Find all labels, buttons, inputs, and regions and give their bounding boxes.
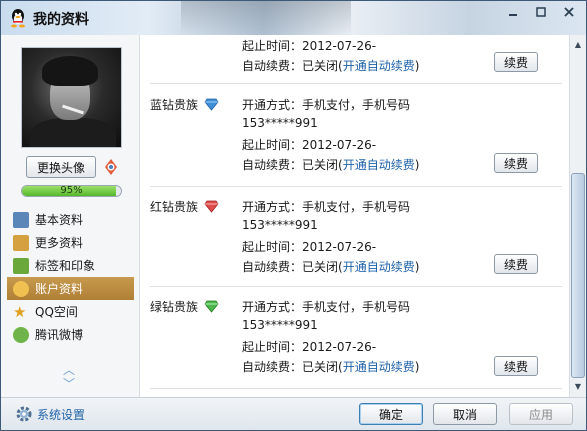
content-scrollbar[interactable]: ▲ ▼: [569, 35, 586, 397]
sidebar-item-tags[interactable]: 标签和印象: [7, 254, 134, 277]
sidebar-item-qzone[interactable]: ★ QQ空间: [7, 300, 134, 323]
auto-renew-suffix: ): [414, 59, 420, 73]
renew-button[interactable]: 续费: [494, 153, 538, 173]
change-avatar-button[interactable]: 更换头像: [26, 156, 96, 178]
profile-card-icon: [13, 211, 29, 228]
minimize-icon[interactable]: [500, 3, 526, 21]
scroll-down-icon[interactable]: ▼: [571, 379, 585, 393]
sidebar-item-label: 腾讯微博: [35, 328, 84, 342]
vip-name: 红钻贵族: [150, 198, 219, 215]
vip-name-text: 蓝钻贵族: [150, 98, 199, 112]
period-text: 起止时间：2012-07-26-: [242, 340, 377, 354]
vip-name-text: 绿钻贵族: [150, 300, 199, 314]
avatar-figure-hair: [42, 56, 98, 86]
qq-penguin-icon: [11, 9, 25, 28]
red-diamond-icon: [204, 200, 219, 213]
vip-row-red: 红钻贵族 开通方式：手机支付，手机号码 153*****991 起止时间：201…: [150, 187, 562, 287]
vip-row-blue: 蓝钻贵族 开通方式：手机支付，手机号码 153*****991 起止时间：201…: [150, 86, 562, 187]
sidebar-item-account[interactable]: 账户资料: [7, 277, 134, 300]
auto-renew-text: 自动续费：已关闭(开通自动续费): [242, 156, 419, 173]
enable-auto-renew-link[interactable]: 开通自动续费: [343, 360, 415, 374]
avatar-figure-body: [30, 118, 116, 147]
ok-button[interactable]: 确定: [359, 403, 423, 425]
sidebar-scroll-arrows[interactable]: ︿ ﹀: [61, 363, 77, 391]
period-text: 起止时间：2012-07-26-: [242, 240, 377, 254]
tag-icon: [13, 257, 29, 274]
sidebar-item-more-info[interactable]: 更多资料: [7, 231, 134, 254]
system-settings-link[interactable]: 系统设置: [37, 406, 85, 423]
sidebar-item-label: QQ空间: [35, 305, 78, 319]
profile-completion-bar: 95%: [21, 185, 122, 197]
sidebar-nav: 基本资料 更多资料 标签和印象 账户资料 ★ QQ空间 腾讯微博: [7, 208, 134, 346]
bottom-bar: 系统设置 确定 取消 应用: [1, 397, 586, 430]
title-bar-decoration: [181, 1, 351, 35]
phone-text: 153*****991: [242, 318, 318, 332]
sidebar-item-weibo[interactable]: 腾讯微博: [7, 323, 134, 346]
auto-renew-text: 自动续费：已关闭(开通自动续费): [242, 258, 419, 275]
enable-auto-renew-link[interactable]: 开通自动续费: [343, 59, 415, 73]
auto-renew-prefix: 自动续费：已关闭(: [242, 59, 343, 73]
sidebar: 更换头像 95% 基本资料 更多资料 标签和印象 账户资料 ★ QQ空间 腾讯微…: [1, 35, 139, 397]
auto-renew-text: 自动续费：已关闭(开通自动续费): [242, 57, 419, 74]
vip-row-partial: 起止时间：2012-07-26- 自动续费：已关闭(开通自动续费) 续费: [150, 35, 562, 84]
chevron-down-icon[interactable]: ﹀: [61, 377, 77, 391]
auto-renew-prefix: 自动续费：已关闭(: [242, 360, 343, 374]
sidebar-item-label: 基本资料: [35, 213, 84, 227]
vip-name: 绿钻贵族: [150, 298, 219, 315]
auto-renew-suffix: ): [414, 360, 420, 374]
sidebar-item-label: 账户资料: [35, 282, 84, 296]
open-method-text: 开通方式：手机支付，手机号码: [242, 300, 411, 314]
vip-row-green: 绿钻贵族 开通方式：手机支付，手机号码 153*****991 起止时间：201…: [150, 287, 562, 389]
phone-text: 153*****991: [242, 116, 318, 130]
sidebar-item-label: 更多资料: [35, 236, 84, 250]
sidebar-item-label: 标签和印象: [35, 259, 96, 273]
avatar[interactable]: [21, 47, 122, 148]
scrollbar-thumb[interactable]: [571, 173, 585, 378]
auto-renew-prefix: 自动续费：已关闭(: [242, 158, 343, 172]
auto-renew-suffix: ): [414, 260, 420, 274]
auto-renew-text: 自动续费：已关闭(开通自动续费): [242, 358, 419, 375]
vip-name: 蓝钻贵族: [150, 96, 219, 113]
auto-renew-prefix: 自动续费：已关闭(: [242, 260, 343, 274]
title-bar[interactable]: 我的资料: [1, 1, 586, 35]
renew-button[interactable]: 续费: [494, 356, 538, 376]
phone-text: 153*****991: [242, 218, 318, 232]
close-icon[interactable]: [556, 3, 582, 21]
weibo-icon: [13, 326, 29, 343]
maximize-icon[interactable]: [528, 3, 554, 21]
avatar-camera-icon[interactable]: [101, 157, 121, 177]
blue-diamond-icon: [204, 98, 219, 111]
window-title: 我的资料: [33, 12, 89, 28]
vip-name-text: 红钻贵族: [150, 200, 199, 214]
period-text: 起止时间：2012-07-26-: [242, 39, 377, 53]
green-diamond-icon: [204, 300, 219, 313]
enable-auto-renew-link[interactable]: 开通自动续费: [343, 158, 415, 172]
renew-button[interactable]: 续费: [494, 52, 538, 72]
open-method-text: 开通方式：手机支付，手机号码: [242, 98, 411, 112]
apply-button[interactable]: 应用: [509, 403, 573, 425]
account-icon: [13, 280, 29, 297]
chevron-up-icon[interactable]: ︿: [61, 363, 77, 377]
gear-icon[interactable]: [15, 405, 33, 423]
open-method-text: 开通方式：手机支付，手机号码: [242, 200, 411, 214]
period-text: 起止时间：2012-07-26-: [242, 138, 377, 152]
renew-button[interactable]: 续费: [494, 254, 538, 274]
account-content-panel: 起止时间：2012-07-26- 自动续费：已关闭(开通自动续费) 续费 蓝钻贵…: [139, 35, 569, 397]
auto-renew-suffix: ): [414, 158, 420, 172]
sidebar-item-basic-info[interactable]: 基本资料: [7, 208, 134, 231]
window-controls: [500, 3, 582, 21]
qzone-star-icon: ★: [13, 302, 27, 321]
enable-auto-renew-link[interactable]: 开通自动续费: [343, 260, 415, 274]
profile-completion-text: 95%: [60, 185, 83, 196]
more-info-icon: [13, 234, 29, 251]
scroll-up-icon[interactable]: ▲: [571, 37, 585, 51]
profile-window: 我的资料 更换头像 95% 基本资料 更多资料 标签和印象 账户资料 ★ QQ空…: [0, 0, 587, 431]
cancel-button[interactable]: 取消: [433, 403, 497, 425]
